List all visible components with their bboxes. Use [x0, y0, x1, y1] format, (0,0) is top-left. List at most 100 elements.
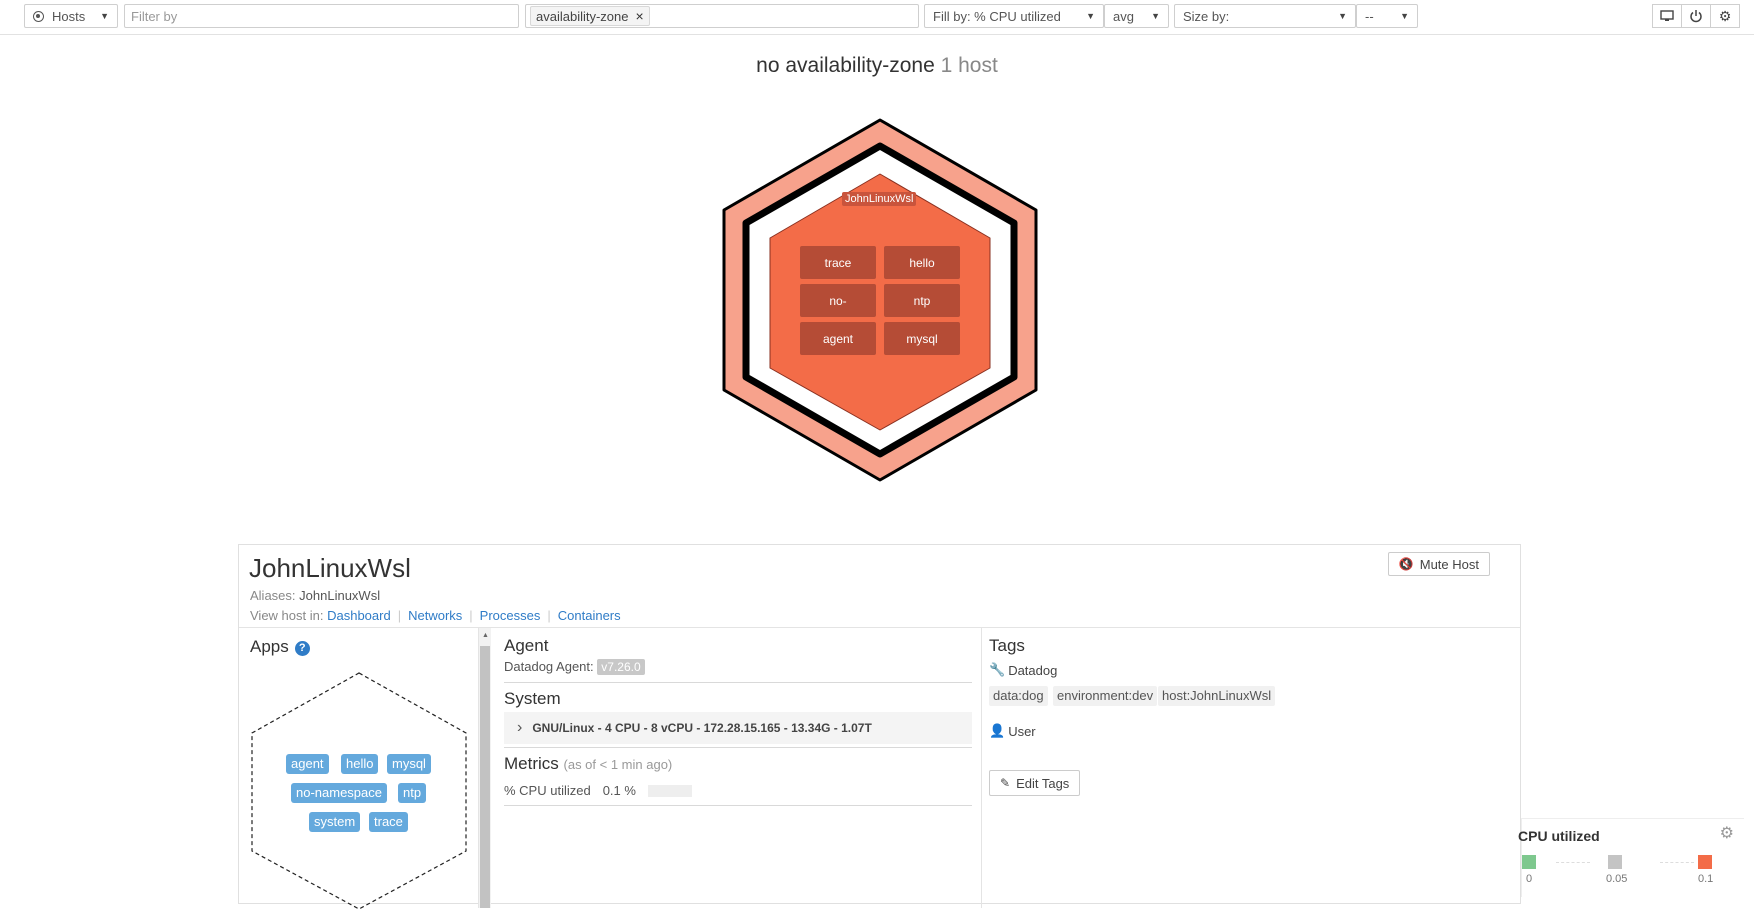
view-host-in: View host in: Dashboard | Networks | Process…: [250, 608, 621, 623]
system-summary: GNU/Linux - 4 CPU - 8 vCPU - 172.28.15.1…: [532, 721, 872, 735]
app-tag-hello[interactable]: hello: [341, 754, 379, 774]
app-tag-ntp[interactable]: ntp: [398, 783, 427, 803]
cpu-metric-row: % CPU utilized 0.1 %: [504, 783, 692, 798]
zone-title: no availability-zone 1 host: [0, 54, 1754, 78]
legend-stop-high: 0.1: [1698, 873, 1714, 885]
link-containers[interactable]: Containers: [558, 608, 621, 623]
cpu-label: % CPU utilized: [504, 783, 591, 798]
divider: |: [397, 608, 402, 623]
aliases-value: JohnLinuxWsl: [299, 588, 381, 603]
caret-down-icon: ▼: [1086, 11, 1095, 21]
size-aggregation-label: --: [1365, 8, 1374, 24]
gear-icon[interactable]: ⚙: [1710, 4, 1740, 28]
mute-host-label: Mute Host: [1419, 556, 1479, 572]
app-tag-agent[interactable]: agent: [286, 754, 329, 774]
divider: [504, 682, 972, 683]
speaker-muted-icon: 🔇: [1398, 557, 1414, 571]
legend-connector: [1660, 862, 1694, 863]
app-tag-trace[interactable]: trace: [369, 812, 408, 832]
tags-section: Tags 🔧 Datadog data:dog environment:dev …: [981, 628, 1522, 908]
zone-label: no availability-zone: [756, 54, 935, 77]
size-aggregation-select[interactable]: -- ▼: [1356, 4, 1418, 28]
gear-icon[interactable]: ⚙: [1720, 823, 1734, 843]
apps-scrollbar[interactable]: ▲: [479, 628, 491, 908]
caret-down-icon: ▼: [1338, 11, 1347, 21]
close-icon[interactable]: ×: [636, 8, 644, 24]
app-tag-no-namespace[interactable]: no-namespace: [291, 783, 387, 803]
mute-host-button[interactable]: 🔇 Mute Host: [1387, 552, 1490, 576]
monitor-icon[interactable]: [1652, 4, 1682, 28]
tags-title: Tags: [989, 636, 1025, 655]
group-by-input[interactable]: availability-zone ×: [525, 4, 919, 28]
hexagon-icon: [33, 10, 44, 22]
hosts-select[interactable]: Hosts ▼: [24, 4, 118, 28]
datadog-source: 🔧 Datadog: [989, 662, 1057, 678]
host-name: JohnLinuxWsl: [249, 553, 411, 583]
host-hexagon[interactable]: [716, 114, 1044, 486]
tag-chip[interactable]: environment:dev: [1053, 686, 1158, 706]
wrench-icon: 🔧: [989, 662, 1006, 677]
legend-connector: [1556, 862, 1590, 863]
host-label: JohnLinuxWsl: [842, 192, 917, 206]
app-tile-ntp[interactable]: ntp: [884, 284, 960, 317]
scrollbar-thumb[interactable]: [480, 646, 490, 908]
caret-down-icon: ▼: [1151, 11, 1160, 21]
datadog-source-label: Datadog: [1008, 662, 1058, 678]
group-chip-label: availability-zone: [536, 8, 629, 24]
edit-tags-label: Edit Tags: [1016, 775, 1070, 791]
link-dashboard[interactable]: Dashboard: [327, 608, 391, 623]
agent-label: Datadog Agent:: [504, 659, 594, 674]
app-tile-hello[interactable]: hello: [884, 246, 960, 279]
legend-swatch-low: [1522, 855, 1536, 869]
aliases: Aliases: JohnLinuxWsl: [250, 588, 380, 603]
size-by-label: Size by:: [1183, 8, 1230, 24]
link-processes[interactable]: Processes: [480, 608, 541, 623]
legend-swatch-high: [1698, 855, 1712, 869]
legend-stop-low: 0: [1526, 873, 1533, 885]
size-by-select[interactable]: Size by: ▼: [1174, 4, 1356, 28]
tag-chip[interactable]: data:dog: [989, 686, 1048, 706]
divider: |: [469, 608, 473, 623]
fill-aggregation-label: avg: [1113, 8, 1134, 24]
agent-version-row: Datadog Agent: v7.26.0: [504, 659, 645, 675]
app-tag-system[interactable]: system: [309, 812, 361, 832]
filter-input[interactable]: Filter by: [124, 4, 519, 28]
tag-chip[interactable]: host:JohnLinuxWsl: [1158, 686, 1276, 706]
metrics-title-text: Metrics: [504, 754, 559, 773]
host-info-section: Agent Datadog Agent: v7.26.0 System › GN…: [504, 628, 972, 908]
power-icon[interactable]: [1681, 4, 1711, 28]
system-summary-row[interactable]: › GNU/Linux - 4 CPU - 8 vCPU - 172.28.15…: [504, 712, 972, 744]
divider: [504, 805, 972, 806]
user-source-label: User: [1008, 723, 1036, 739]
app-tile-agent[interactable]: agent: [800, 322, 876, 355]
scroll-up-icon[interactable]: ▲: [482, 632, 489, 639]
legend-stop-mid: 0.05: [1606, 873, 1628, 885]
user-source: 👤 User: [989, 723, 1036, 739]
app-tag-mysql[interactable]: mysql: [387, 754, 431, 774]
apps-title: Apps?: [250, 637, 310, 657]
cpu-legend: CPU utilized ⚙ 0 0.05 0.1: [1518, 818, 1744, 897]
host-detail-panel: JohnLinuxWsl Aliases: JohnLinuxWsl View …: [238, 544, 1521, 910]
top-toolbar: Hosts ▼ Filter by availability-zone × Fi…: [0, 0, 1754, 35]
app-tile-mysql[interactable]: mysql: [884, 322, 960, 355]
app-tile-trace[interactable]: trace: [800, 246, 876, 279]
metrics-subtitle: (as of < 1 min ago): [563, 757, 673, 772]
toolbar-icons: ⚙: [1652, 4, 1740, 28]
caret-down-icon: ▼: [100, 11, 109, 21]
metrics-title: Metrics (as of < 1 min ago): [504, 754, 672, 774]
fill-aggregation-select[interactable]: avg ▼: [1104, 4, 1169, 28]
agent-title: Agent: [504, 636, 549, 655]
pencil-icon: ✎: [1000, 776, 1011, 790]
agent-version-badge: v7.26.0: [597, 659, 645, 675]
divider: [504, 747, 972, 748]
legend-title: CPU utilized: [1518, 828, 1600, 844]
legend-swatch-mid: [1608, 855, 1622, 869]
link-networks[interactable]: Networks: [408, 608, 462, 623]
fill-by-select[interactable]: Fill by: % CPU utilized ▼: [924, 4, 1104, 28]
edit-tags-button[interactable]: ✎ Edit Tags: [989, 770, 1081, 796]
app-tile-no-namespace[interactable]: no-: [800, 284, 876, 317]
view-in-label: View host in:: [250, 608, 324, 623]
cpu-value: 0.1 %: [602, 783, 636, 798]
help-icon[interactable]: ?: [294, 641, 310, 656]
user-icon: 👤: [989, 723, 1006, 738]
